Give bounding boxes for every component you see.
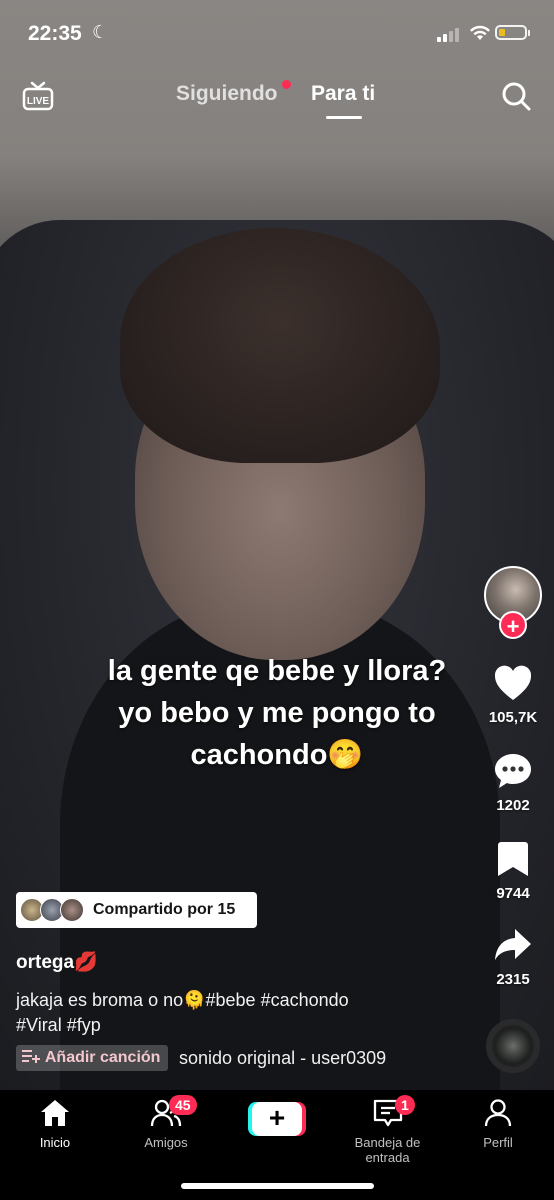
shared-by-avatars <box>20 898 90 922</box>
like-count: 105,7K <box>488 709 538 726</box>
bookmark-icon <box>498 842 528 876</box>
wifi-icon <box>470 25 490 40</box>
live-tv-icon[interactable]: LIVE <box>22 80 54 112</box>
shared-by-label: Compartido por 15 <box>93 901 236 918</box>
shared-by-pill[interactable]: Compartido por 15 <box>16 892 257 928</box>
add-song-button[interactable]: Añadir canción <box>16 1045 169 1071</box>
video-description: jakaja es broma o no🫠#bebe #cachondo #Vi… <box>16 988 456 1038</box>
music-disc[interactable] <box>486 1019 540 1073</box>
live-label: LIVE <box>27 96 50 107</box>
nav-home-label: Inicio <box>39 1135 71 1150</box>
moon-icon: ☾ <box>92 22 109 42</box>
profile-icon <box>484 1099 512 1127</box>
plus-icon: + <box>252 1102 302 1136</box>
nav-inbox[interactable]: Bandeja de entrada 1 <box>332 1095 443 1165</box>
video-text-overlay: la gente qe bebe y llora? yo bebo y me p… <box>40 650 514 776</box>
active-tab-underline <box>326 116 362 119</box>
overlay-line-1: la gente qe bebe y llora? <box>107 655 447 687</box>
overlay-line-3: cachondo🤭 <box>190 739 364 771</box>
comment-button[interactable]: 1202 <box>482 752 544 814</box>
share-button[interactable]: 2315 <box>482 926 544 988</box>
like-button[interactable]: 105,7K <box>482 664 544 726</box>
heart-icon <box>494 665 532 700</box>
nav-home[interactable]: Inicio <box>0 1098 110 1150</box>
friends-badge: 45 <box>169 1095 197 1115</box>
status-time: 22:35 <box>28 22 82 45</box>
nav-profile-label: Perfil <box>483 1135 513 1150</box>
following-notification-dot <box>282 80 291 89</box>
create-button[interactable]: + <box>248 1102 306 1136</box>
follow-button[interactable]: + <box>499 611 527 639</box>
avatar <box>60 898 84 922</box>
top-navigation: LIVE Siguiendo Para ti <box>0 78 554 119</box>
share-arrow-icon <box>495 929 531 960</box>
sound-name[interactable]: sonido original - user0309 <box>179 1048 386 1069</box>
inbox-badge: 1 <box>395 1095 415 1115</box>
tab-following[interactable]: Siguiendo <box>176 82 278 106</box>
comment-bubble-icon <box>495 754 531 788</box>
home-icon <box>41 1100 69 1126</box>
battery-icon <box>495 25 530 40</box>
nav-friends[interactable]: Amigos 45 <box>111 1095 221 1150</box>
comment-count: 1202 <box>496 797 530 814</box>
tab-for-you[interactable]: Para ti <box>311 82 376 119</box>
creator-avatar-group[interactable]: + <box>482 566 544 639</box>
save-count: 9744 <box>496 885 530 902</box>
home-indicator[interactable] <box>181 1183 374 1189</box>
description-line-2: #Viral #fyp <box>16 1015 101 1035</box>
status-bar: 22:35 ☾ <box>0 0 554 66</box>
creator-username[interactable]: ortega💋 <box>16 950 98 974</box>
save-button[interactable]: 9744 <box>482 840 544 902</box>
tab-for-you-label: Para ti <box>311 82 376 105</box>
nav-inbox-label: Bandeja de entrada <box>354 1135 421 1165</box>
nav-friends-label: Amigos <box>144 1135 188 1150</box>
overlay-line-2: yo bebo y me pongo to <box>118 697 436 729</box>
add-song-label: Añadir canción <box>44 1049 161 1066</box>
share-count: 2315 <box>496 971 530 988</box>
search-icon[interactable] <box>500 80 532 112</box>
nav-profile[interactable]: Perfil <box>443 1098 553 1150</box>
add-to-playlist-icon <box>22 1050 40 1063</box>
cellular-signal-icon <box>437 27 463 42</box>
description-line-1: jakaja es broma o no🫠#bebe #cachondo <box>16 990 349 1010</box>
